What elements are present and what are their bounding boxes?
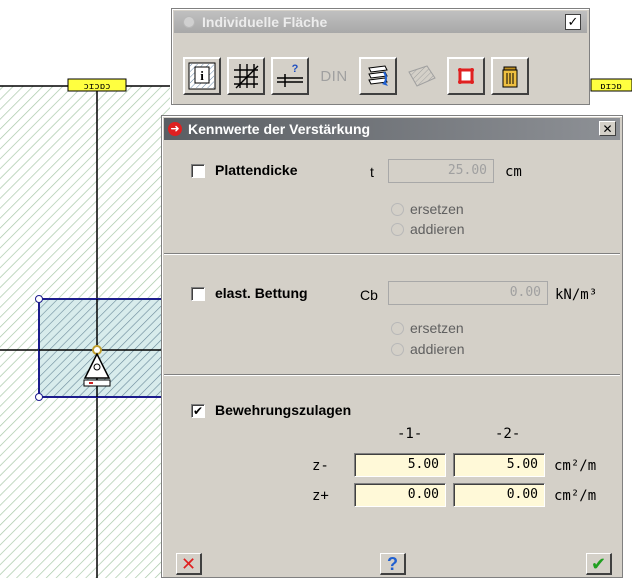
hatch-disabled-button[interactable] [403, 57, 441, 95]
dimension-marker-left: ɔɪɔɒɔ [67, 78, 127, 92]
svg-text:?: ? [292, 63, 299, 75]
grid-button[interactable] [227, 57, 265, 95]
row-label-z-plus: z+ [312, 488, 329, 504]
bewehrung-checkbox[interactable]: ✔ [191, 404, 205, 418]
toolbar-window: Individuelle Fläche ✓ i ? DIN [171, 8, 590, 105]
din-label: DIN [320, 67, 348, 85]
thickness-unit: cm [505, 164, 522, 180]
cancel-button[interactable]: ✕ [176, 553, 202, 575]
bedding-symbol: Cb [360, 287, 378, 303]
bettung-checkbox[interactable] [191, 287, 205, 301]
help-line-button[interactable]: ? [271, 57, 309, 95]
separator [164, 374, 620, 376]
plattendicke-label: Plattendicke [215, 162, 298, 178]
dialog-title: Kennwerte der Verstärkung [188, 121, 371, 137]
red-frame-button[interactable] [447, 57, 485, 95]
thickness-replace-radio[interactable] [391, 203, 404, 216]
svg-text:ɔɪɔɒɔ: ɔɪɔɒɔ [83, 82, 110, 92]
trash-icon [502, 66, 518, 88]
layers-refresh-button[interactable] [359, 57, 397, 95]
separator [164, 253, 620, 255]
trash-button[interactable] [491, 57, 529, 95]
bedding-unit: kN/m³ [555, 287, 598, 303]
bettung-label: elast. Bettung [215, 285, 308, 301]
toolbar-title: Individuelle Fläche [202, 14, 328, 30]
row-label-z-minus: z- [312, 458, 329, 474]
svg-text:i: i [200, 68, 204, 83]
bedding-add-label: addieren [410, 341, 465, 357]
dimension-marker-right: ɒɪɔɒ [590, 78, 632, 92]
thickness-input[interactable]: 25.00 [388, 159, 494, 183]
help-line-icon: ? [277, 63, 303, 87]
arrow-right-icon: ➜ [168, 122, 182, 136]
toolbar-check-toggle[interactable]: ✓ [565, 14, 581, 30]
help-button[interactable]: ? [380, 553, 406, 575]
z-minus-unit: cm²/m [554, 458, 597, 474]
layers-refresh-icon [368, 65, 388, 86]
thickness-replace-label: ersetzen [410, 201, 464, 217]
window-dot-icon [183, 16, 195, 28]
z-plus-unit: cm²/m [554, 488, 597, 504]
bedding-replace-label: ersetzen [410, 320, 464, 336]
reinforcement-dialog: ➜ Kennwerte der Verstärkung ✕ Plattendic… [161, 115, 623, 578]
bewehrung-label: Bewehrungszulagen [215, 402, 352, 418]
z-plus-layer1-input[interactable]: 0.00 [354, 483, 446, 507]
z-minus-layer2-input[interactable]: 5.00 [453, 453, 545, 477]
hatch-disabled-icon [408, 65, 436, 87]
column-header-1: -1- [397, 426, 423, 442]
bedding-replace-radio[interactable] [391, 322, 404, 335]
bedding-add-radio[interactable] [391, 343, 404, 356]
thickness-symbol: t [370, 164, 374, 180]
toolbar-titlebar[interactable]: Individuelle Fläche ✓ [174, 11, 587, 33]
info-icon: i [188, 62, 216, 90]
thickness-add-radio[interactable] [391, 223, 404, 236]
ok-button[interactable]: ✔ [586, 553, 612, 575]
grid-icon [234, 64, 259, 89]
z-plus-layer2-input[interactable]: 0.00 [453, 483, 545, 507]
z-minus-layer1-input[interactable]: 5.00 [354, 453, 446, 477]
din-button[interactable]: DIN [315, 57, 353, 95]
dialog-titlebar[interactable]: ➜ Kennwerte der Verstärkung ✕ [164, 118, 620, 140]
thickness-add-label: addieren [410, 221, 465, 237]
plattendicke-checkbox[interactable] [191, 164, 205, 178]
bedding-input[interactable]: 0.00 [388, 281, 548, 305]
info-button[interactable]: i [183, 57, 221, 95]
close-button[interactable]: ✕ [599, 121, 616, 136]
column-header-2: -2- [495, 426, 521, 442]
svg-text:ɒɪɔɒ: ɒɪɔɒ [600, 82, 622, 92]
red-frame-icon [458, 68, 474, 84]
